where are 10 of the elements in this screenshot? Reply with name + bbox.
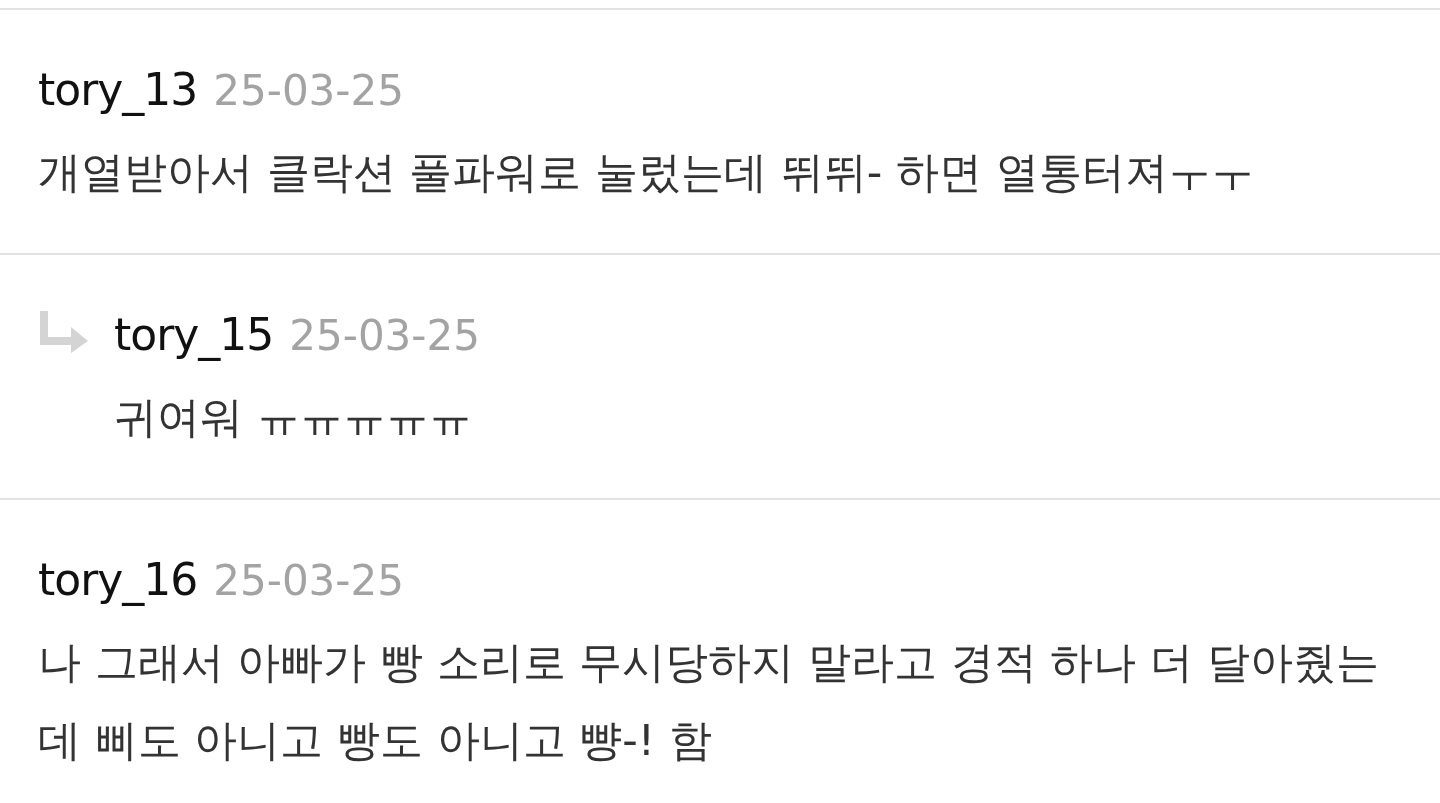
comment-author: tory_16 — [38, 553, 198, 608]
comment-author: tory_15 — [114, 308, 274, 363]
comment-author: tory_13 — [38, 63, 198, 118]
comment-text: 귀여워 ㅠㅠㅠㅠㅠ — [114, 391, 473, 444]
comment-date: 25-03-25 — [289, 310, 480, 362]
reply-arrow-icon — [40, 311, 88, 353]
comment-date: 25-03-25 — [213, 555, 404, 607]
comment-text: 나 그래서 아빠가 빵 소리로 무시당하지 말라고 경적 하나 더 달아줬는데 삐도 아니고 빵도 아니고 뺭-! 함 — [38, 636, 1380, 767]
comment-text: 개열받아서 클락션 풀파워로 눌렀는데 뛰뛰- 하면 열통터져ㅜㅜ — [38, 146, 1255, 199]
comment-date: 25-03-25 — [213, 65, 404, 117]
